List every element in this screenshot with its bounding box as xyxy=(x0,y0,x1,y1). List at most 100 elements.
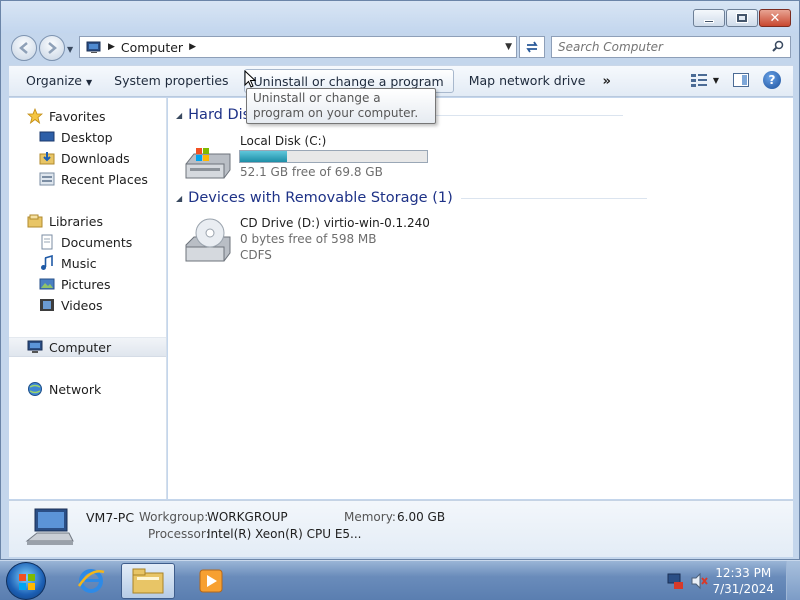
mouse-cursor-icon xyxy=(244,70,257,88)
more-commands-button[interactable]: » xyxy=(594,70,618,93)
downloads-folder-icon xyxy=(39,152,55,165)
nav-label: Pictures xyxy=(61,276,111,292)
minimize-button[interactable] xyxy=(693,9,725,27)
organize-label: Organize xyxy=(26,73,82,88)
navigation-pane: Favorites Desktop Downloads Recent Place… xyxy=(9,98,167,499)
computer-icon xyxy=(86,41,101,53)
tooltip: Uninstall or change a program on your co… xyxy=(246,88,436,124)
documents-icon xyxy=(41,234,53,250)
volume-muted-icon[interactable] xyxy=(690,572,708,590)
collapse-triangle-icon[interactable]: ◢ xyxy=(176,111,182,120)
toolbar-right: ▼ ? xyxy=(690,71,781,89)
group-title: Devices with Removable Storage (1) xyxy=(188,190,453,206)
chevron-down-icon: ▼ xyxy=(86,78,93,87)
processor-label: Processor: xyxy=(148,527,210,541)
breadcrumb-separator[interactable]: ▶ xyxy=(189,42,196,52)
computer-large-icon xyxy=(25,508,74,545)
pictures-icon xyxy=(39,278,55,290)
recent-places-icon xyxy=(39,172,55,186)
forward-button[interactable] xyxy=(39,35,65,61)
map-network-drive-button[interactable]: Map network drive xyxy=(460,69,595,93)
workgroup-label: Workgroup: xyxy=(139,510,209,524)
drive-name: Local Disk (C:) xyxy=(240,134,327,148)
system-properties-button[interactable]: System properties xyxy=(105,69,237,93)
nav-label: Downloads xyxy=(61,150,130,166)
start-button[interactable] xyxy=(6,562,46,600)
title-bar[interactable]: ✕ xyxy=(1,1,799,33)
help-icon[interactable]: ? xyxy=(763,71,781,89)
back-arrow-icon xyxy=(19,42,28,54)
nav-label: Desktop xyxy=(61,129,113,145)
back-button[interactable] xyxy=(11,35,37,61)
windows-logo-icon xyxy=(19,574,35,590)
nav-label: Videos xyxy=(61,297,103,313)
drive-item-local-disk[interactable]: Local Disk (C:) 52.1 GB free of 69.8 GB xyxy=(184,132,464,188)
hard-disk-icon xyxy=(185,148,231,179)
nav-label: Recent Places xyxy=(61,171,148,187)
memory-value: 6.00 GB xyxy=(397,510,446,524)
explorer-window: ✕ ▼ ▶ Computer ▶ ▼ Organize ▼ xyxy=(0,0,800,560)
show-desktop-button[interactable] xyxy=(786,561,800,600)
caption-buttons: ✕ xyxy=(692,9,791,27)
close-button[interactable]: ✕ xyxy=(759,9,791,27)
preview-pane-icon[interactable] xyxy=(733,73,749,87)
address-dropdown-icon[interactable]: ▼ xyxy=(505,42,512,52)
computer-icon xyxy=(27,340,43,353)
search-icon[interactable] xyxy=(772,40,784,52)
nav-computer[interactable]: Computer xyxy=(9,337,166,357)
taskbar-media-player[interactable] xyxy=(184,563,238,599)
refresh-button[interactable] xyxy=(519,36,545,58)
change-view-icon[interactable] xyxy=(690,73,707,87)
breadcrumb-separator[interactable]: ▶ xyxy=(108,42,115,52)
search-box[interactable] xyxy=(551,36,791,58)
clock-date: 7/31/2024 xyxy=(712,582,774,596)
details-pane: VM7-PC Workgroup: WORKGROUP Memory: 6.00… xyxy=(9,500,793,557)
collapse-triangle-icon[interactable]: ◢ xyxy=(176,194,182,203)
recent-pages-dropdown[interactable]: ▼ xyxy=(67,45,73,54)
drive-name: CD Drive (D:) virtio-win-0.1.240 xyxy=(240,216,430,230)
videos-icon xyxy=(40,299,54,311)
nav-libraries[interactable]: Libraries xyxy=(27,211,184,231)
nav-favorites[interactable]: Favorites xyxy=(27,106,184,126)
breadcrumb-computer[interactable]: Computer xyxy=(121,40,183,55)
memory-label: Memory: xyxy=(344,510,396,524)
desktop-icon xyxy=(39,131,55,142)
drive-usage-fill xyxy=(240,151,288,162)
media-player-icon xyxy=(199,569,223,593)
folder-icon xyxy=(132,568,164,594)
drive-free-space: 0 bytes free of 598 MB xyxy=(240,232,377,246)
drive-free-space: 52.1 GB free of 69.8 GB xyxy=(240,165,383,179)
system-clock[interactable]: 12:33 PM 7/31/2024 xyxy=(712,565,774,597)
drive-usage-bar xyxy=(239,150,428,163)
music-icon xyxy=(41,255,53,270)
view-options-chevron-icon[interactable]: ▼ xyxy=(713,76,719,85)
organize-menu[interactable]: Organize ▼ xyxy=(17,69,101,93)
group-divider xyxy=(460,197,647,199)
internet-explorer-icon xyxy=(77,569,105,593)
processor-value: Intel(R) Xeon(R) CPU E5... xyxy=(207,527,362,541)
computer-name: VM7-PC xyxy=(86,510,135,525)
content-pane: ◢ Hard Disk Drives (1) Local Disk (C:) 5… xyxy=(168,98,793,499)
nav-label: Documents xyxy=(61,234,133,250)
minimize-icon xyxy=(704,19,714,23)
nav-network[interactable]: Network xyxy=(27,379,184,399)
workgroup-value: WORKGROUP xyxy=(207,510,288,524)
cd-drive-icon xyxy=(185,218,231,262)
drive-file-system: CDFS xyxy=(240,248,272,262)
maximize-icon xyxy=(736,13,748,23)
drive-item-cd[interactable]: CD Drive (D:) virtio-win-0.1.240 0 bytes… xyxy=(184,214,464,270)
network-status-icon[interactable] xyxy=(666,572,684,590)
refresh-icon xyxy=(526,41,538,53)
libraries-icon xyxy=(27,214,43,228)
taskbar: 12:33 PM 7/31/2024 xyxy=(0,560,800,600)
maximize-button[interactable] xyxy=(726,9,758,27)
network-icon xyxy=(28,382,42,396)
clock-time: 12:33 PM xyxy=(715,566,772,580)
nav-label: Music xyxy=(61,255,97,271)
group-header-removable[interactable]: ◢ Devices with Removable Storage (1) xyxy=(176,190,647,206)
taskbar-windows-explorer[interactable] xyxy=(121,563,175,599)
star-icon xyxy=(27,108,43,124)
address-bar[interactable]: ▶ Computer ▶ ▼ xyxy=(79,36,517,58)
taskbar-internet-explorer[interactable] xyxy=(64,563,118,599)
search-input[interactable] xyxy=(552,37,762,57)
